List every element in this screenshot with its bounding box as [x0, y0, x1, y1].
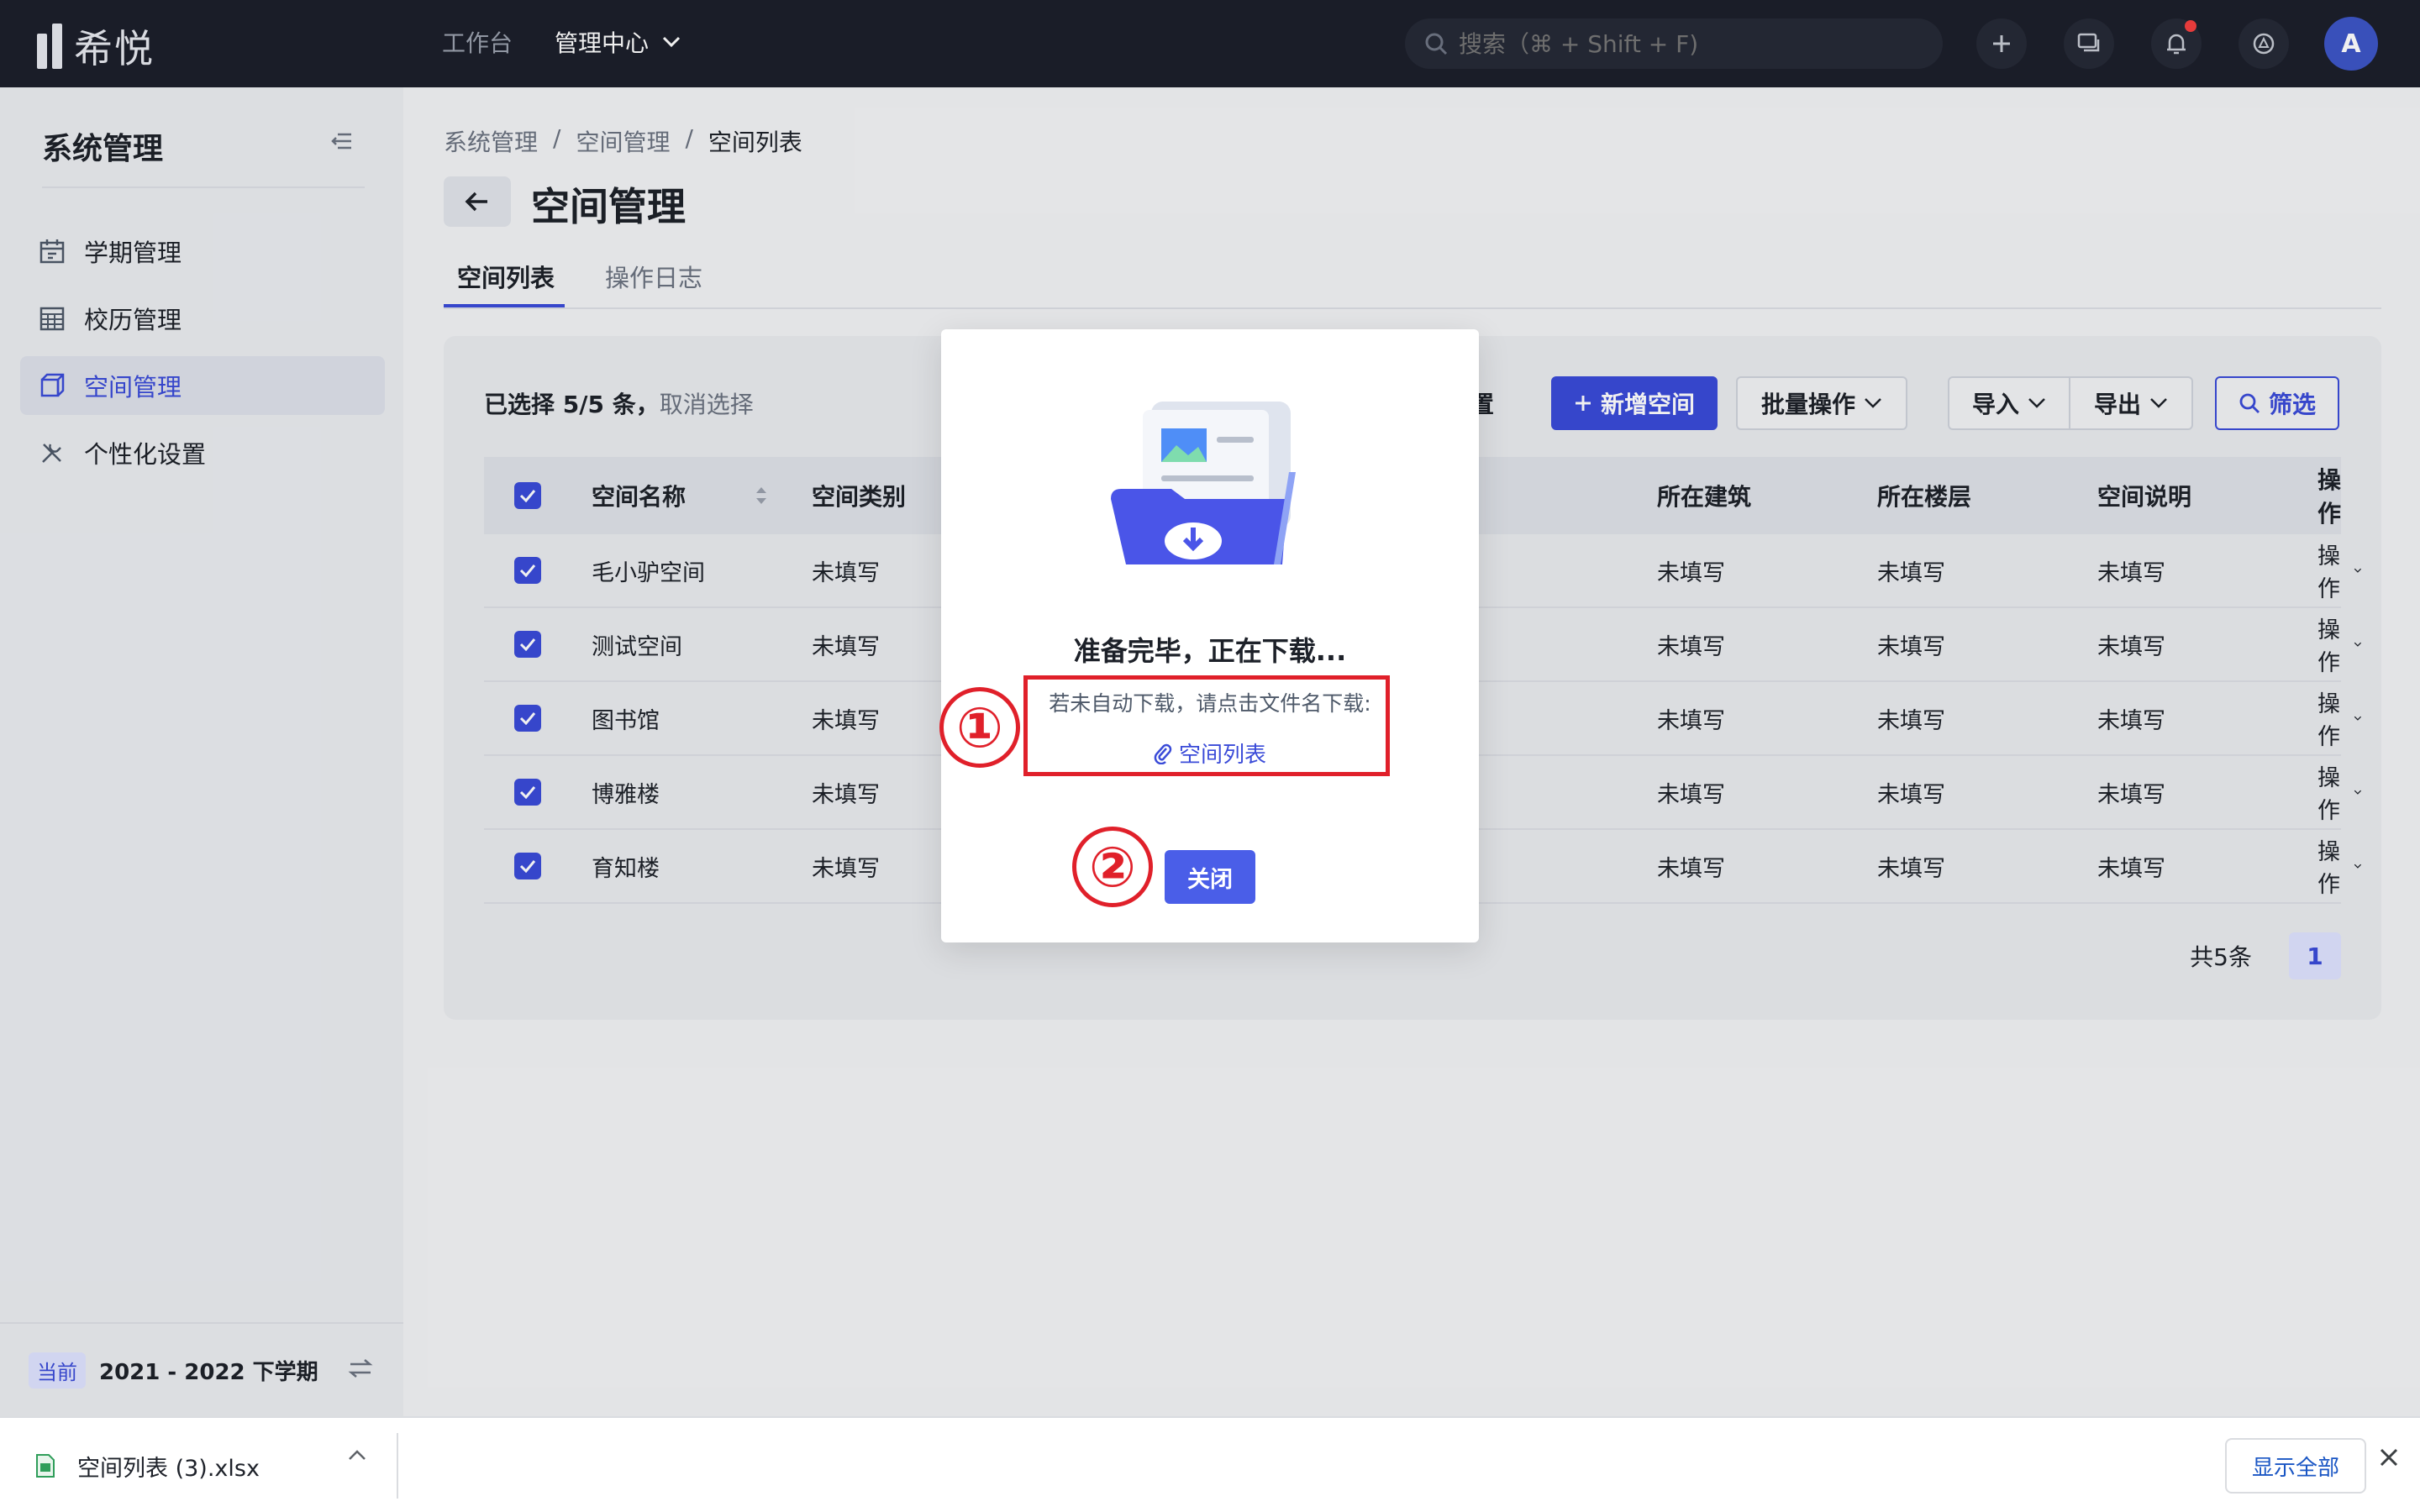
modal-title: 准备完毕，正在下载... [1073, 635, 1347, 667]
download-options-button[interactable] [348, 1448, 366, 1464]
annotation-number-2: ② [1072, 827, 1153, 907]
download-bar-separator [397, 1433, 398, 1499]
close-button[interactable]: 关闭 [1165, 850, 1255, 904]
download-folder-icon [1111, 402, 1296, 564]
annotation-number-1: ① [939, 687, 1020, 768]
download-item[interactable]: 空间列表 (3).xlsx [20, 1433, 272, 1499]
download-bar: 空间列表 (3).xlsx 显示全部 [0, 1416, 2420, 1512]
spreadsheet-file-icon [36, 1454, 55, 1478]
annotation-box-1 [1023, 675, 1390, 776]
download-file-name: 空间列表 (3).xlsx [77, 1455, 260, 1482]
download-modal: 准备完毕，正在下载... 若未自动下载，请点击文件名下载: 空间列表 关闭 [941, 329, 1479, 942]
show-all-button[interactable]: 显示全部 [2225, 1438, 2367, 1494]
chevron-up-icon [349, 1450, 366, 1460]
close-icon [2380, 1448, 2398, 1467]
close-download-bar-button[interactable] [2378, 1446, 2400, 1472]
